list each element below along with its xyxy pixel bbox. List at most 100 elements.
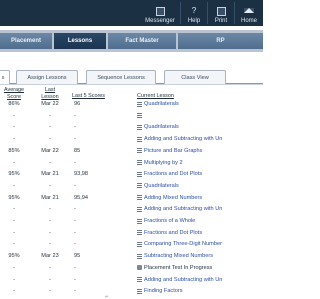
current-lesson-link[interactable]: Quadrilaterals — [137, 124, 263, 130]
column-header-last-5-scores[interactable]: Last 5 Scores — [72, 93, 112, 100]
lesson-book-icon — [137, 113, 142, 118]
scroll-indicator-icon: ⌐ — [105, 294, 109, 299]
current-lesson-link[interactable]: Picture and Bar Graphs — [137, 148, 263, 154]
last-lesson-cell: Mar 21 — [41, 194, 59, 201]
lesson-book-icon — [137, 183, 142, 188]
average-score-cell: 85% — [8, 147, 20, 154]
subtab-class-view[interactable]: Class View — [164, 70, 226, 84]
last-scores-cell: 95,94 — [74, 194, 88, 201]
last-lesson-cell: Mar 22 — [41, 147, 59, 154]
last-lesson-cell: - — [49, 264, 51, 271]
last-lesson-cell: - — [49, 124, 51, 131]
current-lesson-link[interactable]: Adding and Subtracting with Un — [137, 136, 263, 142]
help-label: Help — [187, 18, 201, 24]
messenger-label: Messenger — [145, 18, 175, 24]
average-score-cell: - — [13, 276, 15, 283]
subtab-assign-lessons[interactable]: Assign Lessons — [16, 70, 78, 84]
current-lesson-label: Fractions and Dot Plots — [144, 229, 203, 236]
last-scores-cell: 95 — [74, 253, 81, 260]
lesson-book-icon — [137, 230, 142, 235]
current-lesson-link[interactable]: Subtracting Mixed Numbers — [137, 253, 263, 259]
current-lesson-link[interactable]: Comparing Three-Digit Number — [137, 241, 263, 247]
average-score-cell: - — [13, 241, 15, 248]
lesson-book-icon — [137, 148, 142, 153]
print-label: Print — [214, 18, 228, 24]
average-score-cell: - — [13, 218, 15, 224]
lesson-book-icon — [137, 289, 142, 294]
last-lesson-cell: Mar 21 — [41, 171, 59, 178]
subtab-students[interactable]: s — [0, 70, 10, 84]
header-divider — [207, 2, 208, 24]
lesson-book-icon — [137, 160, 142, 165]
current-lesson-label: Multiplying by 2 — [144, 159, 183, 166]
average-score-cell: - — [13, 124, 15, 131]
last-scores-cell: - — [74, 276, 76, 283]
lesson-book-icon — [137, 219, 142, 224]
average-score-cell: - — [13, 159, 15, 166]
lesson-book-icon — [137, 254, 142, 259]
home-button[interactable]: Home — [237, 0, 261, 26]
column-header-last-lesson[interactable]: Last Lesson — [40, 87, 60, 100]
current-lesson-label: Adding and Subtracting with Un — [144, 206, 223, 213]
current-lesson-label: Placement Test In Progress — [144, 264, 213, 271]
tab-fact-master[interactable]: Fact Master — [108, 33, 176, 49]
subtab-label: Class View — [181, 74, 209, 81]
last-scores-cell: - — [74, 264, 76, 271]
last-scores-cell: - — [74, 124, 76, 131]
current-lesson-link[interactable]: Adding Mixed Numbers — [137, 195, 263, 201]
current-lesson-link[interactable]: Fractions of a Whole — [137, 218, 263, 224]
average-score-cell: - — [13, 136, 15, 143]
average-score-cell: 95% — [8, 194, 20, 201]
help-button[interactable]: ? Help — [183, 0, 205, 26]
current-lesson-link[interactable]: Quadrilaterals — [137, 101, 263, 107]
column-header-current-lesson[interactable]: Current Lesson — [137, 93, 197, 100]
current-lesson-link[interactable]: Quadrilaterals — [137, 183, 263, 189]
current-lesson-link[interactable]: Adding and Subtracting with Un — [137, 277, 263, 283]
current-lesson-link[interactable]: Fractions and Dot Plots — [137, 171, 263, 177]
last-lesson-cell: - — [49, 159, 51, 166]
average-score-cell: - — [13, 112, 15, 119]
last-scores-cell: 96 — [74, 101, 81, 107]
last-scores-cell: - — [74, 229, 76, 236]
average-score-cell: 95% — [8, 171, 20, 178]
current-lesson-label: Picture and Bar Graphs — [144, 147, 203, 154]
current-lesson-link[interactable]: Finding Factors — [137, 288, 263, 294]
current-lesson-link[interactable]: Adding and Subtracting with Un — [137, 206, 263, 212]
current-lesson-link[interactable]: Multiplying by 2 — [137, 160, 263, 166]
last-scores-cell: - — [74, 136, 76, 143]
last-lesson-cell: - — [49, 276, 51, 283]
tab-label: Placement — [10, 38, 41, 44]
last-lesson-cell: - — [49, 112, 51, 119]
print-button[interactable]: Print — [210, 0, 232, 26]
tab-lessons[interactable]: Lessons — [54, 33, 106, 49]
current-lesson-label: Adding Mixed Numbers — [144, 194, 203, 201]
current-lesson-status: Placement Test In Progress — [137, 265, 263, 271]
home-icon — [244, 8, 254, 13]
current-lesson-label: Quadrilaterals — [144, 182, 179, 189]
column-header-average-score[interactable]: Average Score — [2, 87, 26, 100]
lesson-book-icon — [137, 195, 142, 200]
last-scores-cell: 93,98 — [74, 171, 88, 178]
average-score-cell: - — [13, 288, 15, 295]
last-scores-cell: - — [74, 112, 76, 119]
current-lesson-label: Quadrilaterals — [144, 101, 179, 107]
current-lesson-label: Subtracting Mixed Numbers — [144, 253, 214, 260]
last-lesson-cell: Mar 23 — [41, 253, 59, 260]
last-scores-cell: - — [74, 182, 76, 189]
help-icon: ? — [191, 6, 197, 15]
tab-label: Fact Master — [125, 38, 159, 44]
messenger-button[interactable]: Messenger — [143, 0, 177, 26]
header-divider — [234, 2, 235, 24]
current-lesson-link[interactable]: Fractions and Dot Plots — [137, 230, 263, 236]
tab-rp[interactable]: RP — [178, 33, 263, 49]
lesson-subtabs: s Assign Lessons Sequence Lessons Class … — [0, 70, 263, 84]
tab-placement[interactable]: Placement — [0, 33, 52, 49]
subtab-sequence-lessons[interactable]: Sequence Lessons — [86, 70, 156, 84]
tab-label: Lessons — [67, 38, 93, 44]
last-lesson-cell: - — [49, 182, 51, 189]
tab-label: RP — [216, 38, 225, 44]
current-lesson-link[interactable] — [137, 113, 263, 118]
current-lesson-label: Fractions and Dot Plots — [144, 171, 203, 178]
lesson-book-icon — [137, 172, 142, 177]
main-nav: Placement Lessons Fact Master RP — [0, 30, 263, 52]
